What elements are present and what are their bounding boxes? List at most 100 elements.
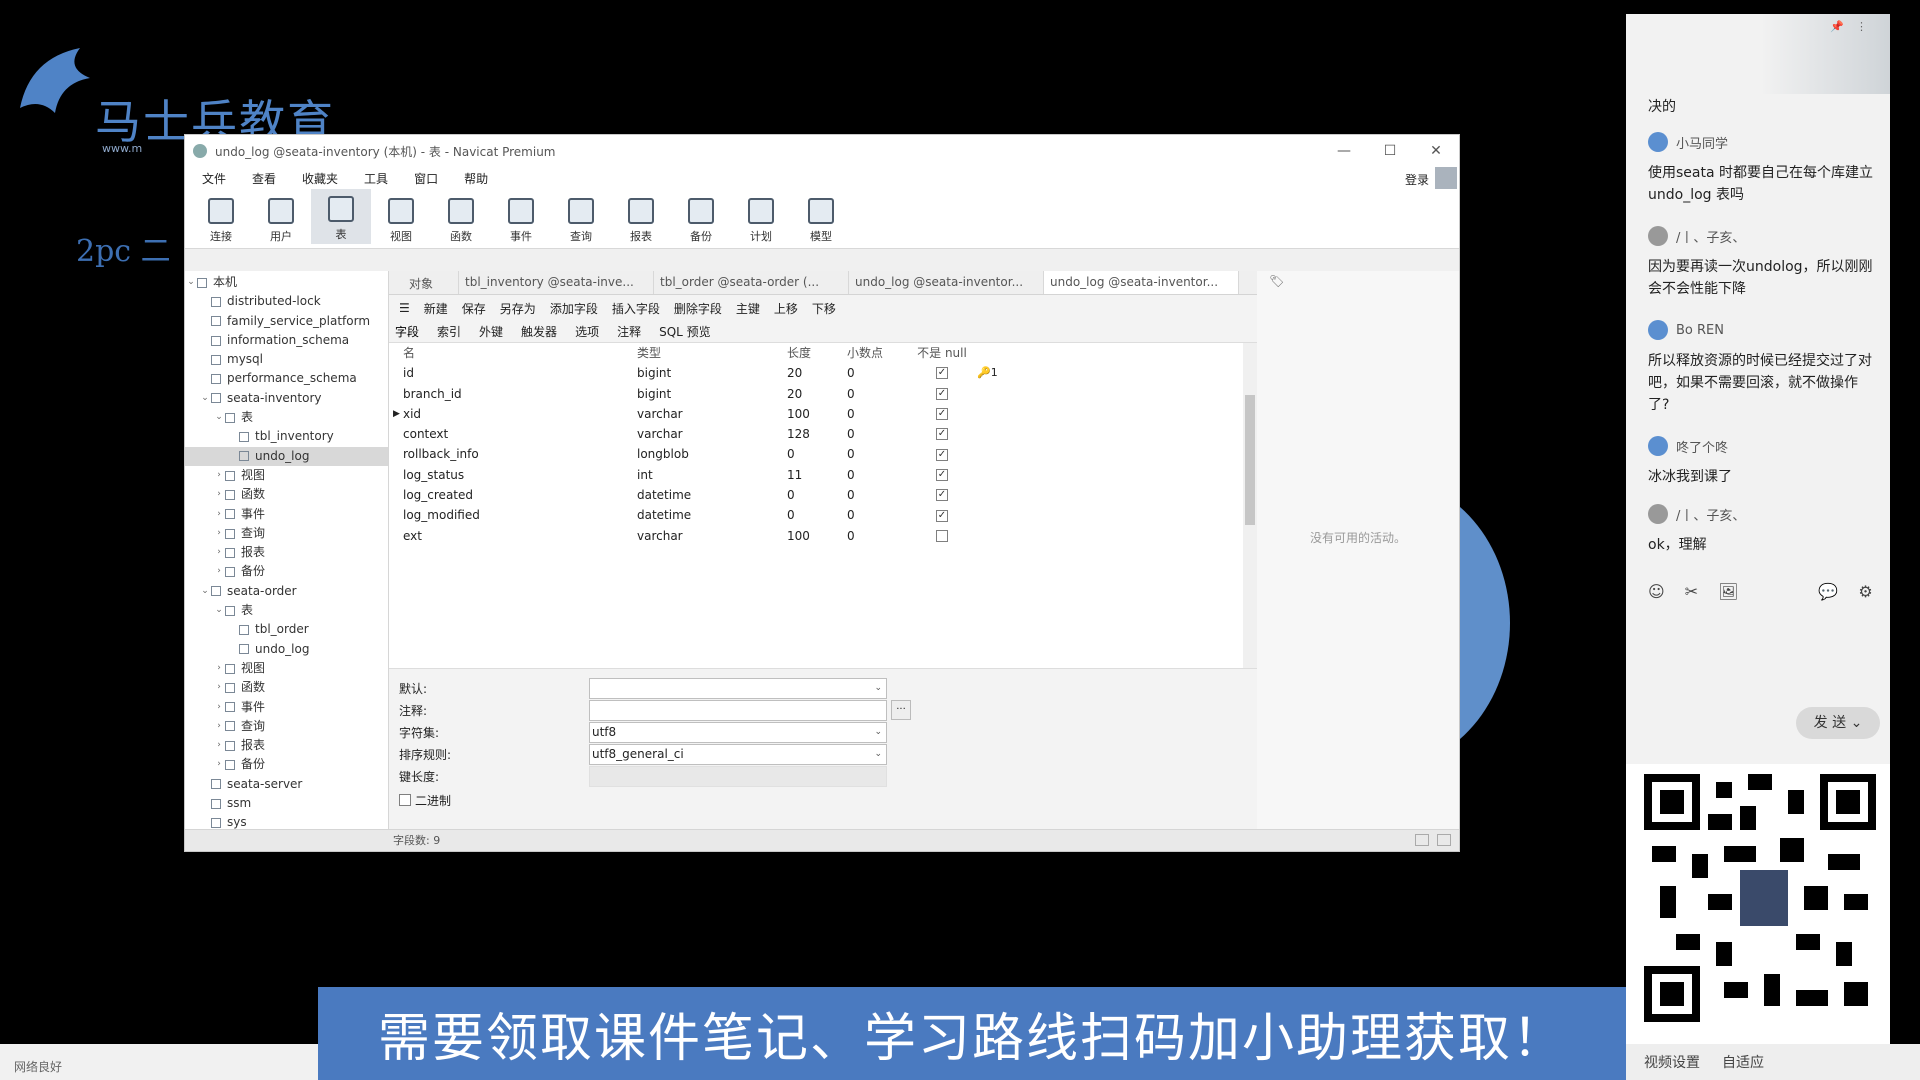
notnull-checkbox[interactable]: ✓ [936,387,948,400]
notnull-checkbox[interactable]: ✓ [936,509,948,522]
table-row[interactable]: log_status int 11 0 ✓ [389,465,1257,485]
tool-table[interactable]: 表 [311,188,371,244]
expand-arrow-icon[interactable]: › [213,543,225,562]
tab-tbl-inventory[interactable]: tbl_inventory @seata-inve... [459,271,654,294]
scissors-icon[interactable]: ✂ [1685,582,1698,601]
field-length-cell[interactable]: 0 [787,485,847,505]
maximize-button[interactable]: ☐ [1367,143,1413,159]
tool-query[interactable]: 查询 [551,198,611,244]
field-name-cell[interactable]: log_status [389,465,637,485]
insert-field-button[interactable]: 插入字段 [612,300,660,317]
login-button[interactable]: 登录 [1405,171,1429,188]
tree-node[interactable]: information_schema [185,331,388,350]
tool-event[interactable]: 事件 [491,198,551,244]
expand-arrow-icon[interactable]: › [213,466,225,485]
menu-window[interactable]: 窗口 [401,170,451,187]
tree-node[interactable]: sys [185,813,388,829]
add-field-button[interactable]: 添加字段 [550,300,598,317]
tree-node[interactable]: › 事件 [185,698,388,717]
expand-arrow-icon[interactable]: › [213,736,225,755]
tree-node[interactable]: › 函数 [185,678,388,697]
field-name-cell[interactable]: ▶ xid [389,404,637,424]
expand-arrow-icon[interactable]: › [213,678,225,697]
tree-node[interactable]: ⌄ 本机 [185,273,388,292]
tree-node[interactable]: › 视图 [185,659,388,678]
comment-more-button[interactable]: ... [891,700,911,720]
video-settings-button[interactable]: 视频设置 [1644,1052,1700,1072]
field-length-cell[interactable]: 100 [787,404,847,424]
field-type-cell[interactable]: datetime [637,505,787,525]
field-decimal-cell[interactable]: 0 [847,465,907,485]
tab-tbl-order[interactable]: tbl_order @seata-order (... [654,271,849,294]
field-length-cell[interactable]: 0 [787,505,847,525]
field-type-cell[interactable]: datetime [637,485,787,505]
field-name-cell[interactable]: log_created [389,485,637,505]
default-select[interactable]: ⌄ [589,677,887,699]
menu-favorites[interactable]: 收藏夹 [289,170,351,187]
field-decimal-cell[interactable]: 0 [847,485,907,505]
save-as-button[interactable]: 另存为 [500,300,536,317]
tree-node[interactable]: undo_log [185,640,388,659]
primary-key-button[interactable]: 主键 [736,300,760,317]
field-name-cell[interactable]: context [389,424,637,444]
tree-node[interactable]: tbl_inventory [185,427,388,446]
notnull-checkbox[interactable]: ✓ [936,468,948,481]
menu-icon[interactable]: ☰ [399,301,410,315]
move-down-button[interactable]: 下移 [812,300,836,317]
expand-arrow-icon[interactable]: › [213,485,225,504]
table-row[interactable]: id bigint 20 0 ✓ 🔑1 [389,363,1257,383]
table-row[interactable]: branch_id bigint 20 0 ✓ [389,384,1257,404]
field-length-cell[interactable]: 100 [787,526,847,546]
comment-input[interactable] [589,699,887,721]
tree-node[interactable]: undo_log [185,446,388,466]
subtab-foreign-keys[interactable]: 外键 [479,323,503,340]
delete-field-button[interactable]: 删除字段 [674,300,722,317]
expand-arrow-icon[interactable]: › [213,524,225,543]
table-row[interactable]: ▶ xid varchar 100 0 ✓ [389,404,1257,424]
field-type-cell[interactable]: int [637,465,787,485]
field-length-cell[interactable]: 20 [787,363,847,383]
tree-node[interactable]: seata-server [185,775,388,794]
field-name-cell[interactable]: log_modified [389,505,637,525]
tab-objects[interactable]: 对象 [389,271,459,294]
minimize-button[interactable]: — [1321,143,1367,159]
tree-node[interactable]: distributed-lock [185,292,388,311]
notnull-checkbox[interactable]: ✓ [936,367,948,380]
notnull-checkbox[interactable] [936,529,948,542]
field-name-cell[interactable]: ext [389,526,637,546]
emoji-icon[interactable]: ☺ [1648,582,1665,601]
subtab-indexes[interactable]: 索引 [437,323,461,340]
expand-arrow-icon[interactable]: ⌄ [199,389,211,408]
field-name-cell[interactable]: branch_id [389,384,637,404]
field-type-cell[interactable]: longblob [637,444,787,464]
field-decimal-cell[interactable]: 0 [847,444,907,464]
field-type-cell[interactable]: varchar [637,424,787,444]
field-type-cell[interactable]: bigint [637,384,787,404]
field-name-cell[interactable]: rollback_info [389,444,637,464]
field-type-cell[interactable]: varchar [637,404,787,424]
tool-function[interactable]: 函数 [431,198,491,244]
notnull-checkbox[interactable]: ✓ [936,428,948,441]
subtab-options[interactable]: 选项 [575,323,599,340]
expand-arrow-icon[interactable]: › [213,505,225,524]
tree-node[interactable]: › 备份 [185,755,388,774]
tree-node[interactable]: › 事件 [185,505,388,524]
tool-report[interactable]: 报表 [611,198,671,244]
field-decimal-cell[interactable]: 0 [847,384,907,404]
field-type-cell[interactable]: bigint [637,363,787,383]
tree-node[interactable]: ⌄ 表 [185,601,388,620]
tree-node[interactable]: ⌄ seata-order [185,582,388,601]
subtab-comment[interactable]: 注释 [617,323,641,340]
move-up-button[interactable]: 上移 [774,300,798,317]
scroll-thumb[interactable] [1245,395,1255,525]
field-decimal-cell[interactable]: 0 [847,404,907,424]
tool-backup[interactable]: 备份 [671,198,731,244]
tree-node[interactable]: › 备份 [185,562,388,581]
menu-view[interactable]: 查看 [239,170,289,187]
expand-arrow-icon[interactable]: › [213,562,225,581]
menu-file[interactable]: 文件 [189,170,239,187]
tool-view[interactable]: 视图 [371,198,431,244]
new-button[interactable]: 新建 [424,300,448,317]
notnull-checkbox[interactable]: ✓ [936,489,948,502]
expand-arrow-icon[interactable]: › [213,755,225,774]
